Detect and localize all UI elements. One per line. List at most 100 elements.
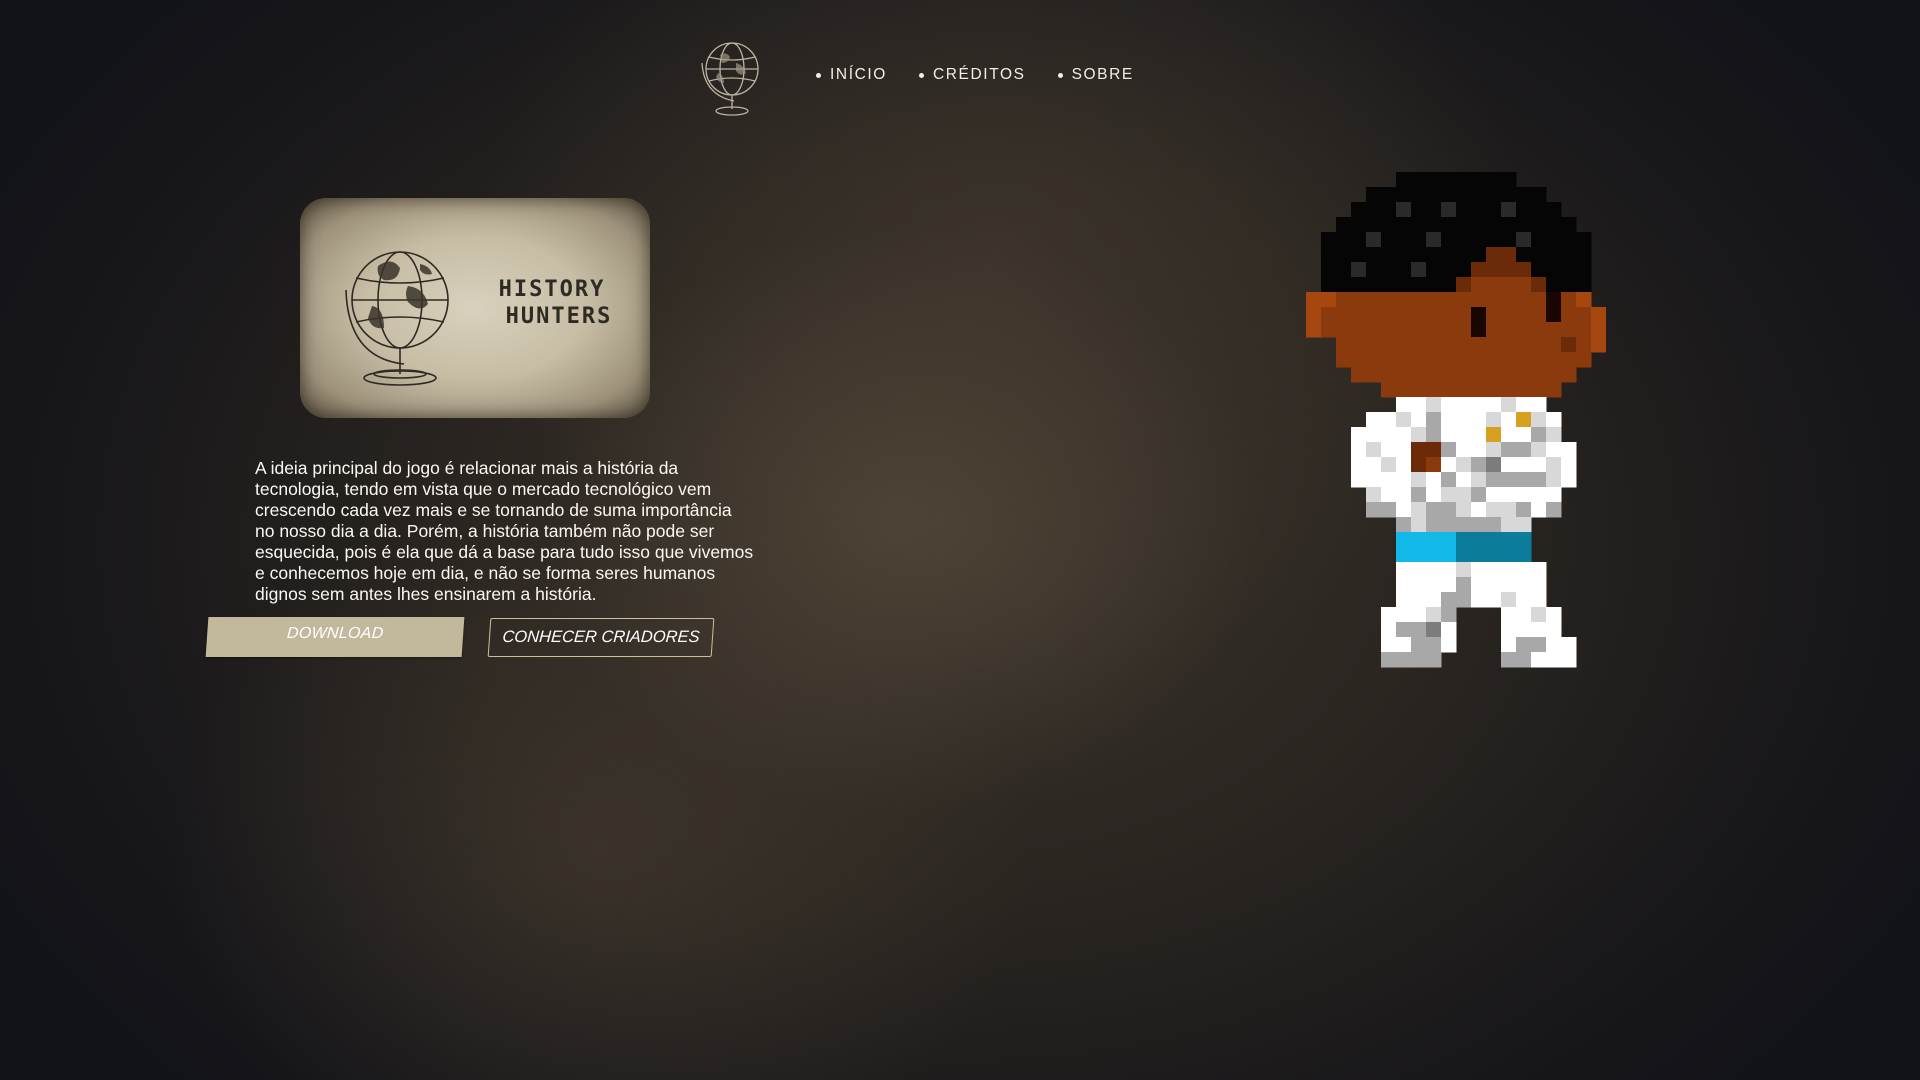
character-pixel — [1441, 442, 1457, 458]
character-pixel — [1531, 247, 1547, 263]
character-pixel — [1516, 487, 1532, 503]
character-pixel — [1531, 292, 1547, 308]
character-pixel — [1471, 337, 1487, 353]
character-pixel — [1516, 502, 1532, 518]
character-pixel — [1471, 352, 1487, 368]
character-pixel — [1546, 427, 1562, 443]
character-pixel — [1321, 247, 1337, 263]
character-pixel — [1456, 307, 1472, 323]
character-pixel — [1501, 622, 1517, 638]
character-pixel — [1501, 367, 1517, 383]
character-pixel — [1351, 472, 1367, 488]
character-pixel — [1366, 367, 1382, 383]
download-button-label: DOWNLOAD — [286, 625, 385, 642]
game-title-line2: HUNTERS — [505, 304, 613, 329]
character-pixel — [1456, 172, 1472, 188]
character-pixel — [1501, 217, 1517, 233]
character-pixel — [1396, 187, 1412, 203]
character-pixel — [1501, 562, 1517, 578]
globe-icon[interactable] — [690, 33, 774, 117]
character-pixel — [1441, 547, 1457, 563]
character-pixel — [1426, 262, 1442, 278]
character-pixel — [1441, 397, 1457, 413]
nav-item-sobre[interactable]: SOBRE — [1057, 66, 1134, 84]
character-pixel — [1411, 532, 1427, 548]
character-pixel — [1381, 337, 1397, 353]
character-pixel — [1396, 637, 1412, 653]
character-pixel — [1471, 487, 1487, 503]
character-pixel — [1381, 247, 1397, 263]
character-pixel — [1396, 202, 1412, 218]
character-pixel — [1426, 562, 1442, 578]
character-pixel — [1486, 517, 1502, 533]
character-pixel — [1441, 562, 1457, 578]
character-pixel — [1516, 202, 1532, 218]
character-pixel — [1426, 502, 1442, 518]
character-pixel — [1501, 187, 1517, 203]
character-pixel — [1456, 562, 1472, 578]
character-pixel — [1546, 202, 1562, 218]
character-pixel — [1351, 337, 1367, 353]
character-pixel — [1546, 307, 1562, 323]
character-pixel — [1441, 217, 1457, 233]
character-pixel — [1501, 442, 1517, 458]
character-pixel — [1441, 412, 1457, 428]
character-pixel — [1441, 292, 1457, 308]
character-pixel — [1396, 577, 1412, 593]
meet-creators-button[interactable]: CONHECER CRIADORES — [487, 618, 715, 657]
character-pixel — [1411, 382, 1427, 398]
character-pixel — [1576, 247, 1592, 263]
character-pixel — [1546, 502, 1562, 518]
nav-item-inicio[interactable]: INÍCIO — [816, 66, 887, 84]
character-pixel — [1441, 607, 1457, 623]
character-pixel — [1471, 217, 1487, 233]
character-pixel — [1366, 307, 1382, 323]
character-pixel — [1336, 262, 1352, 278]
download-button[interactable]: DOWNLOAD — [205, 617, 465, 657]
character-pixel — [1561, 457, 1577, 473]
character-pixel — [1591, 322, 1606, 338]
character-pixel — [1501, 322, 1517, 338]
character-pixel — [1456, 277, 1472, 293]
character-pixel — [1471, 277, 1487, 293]
character-pixel — [1516, 322, 1532, 338]
character-pixel — [1411, 562, 1427, 578]
character-pixel — [1501, 232, 1517, 248]
character-pixel — [1576, 352, 1592, 368]
character-pixel — [1546, 622, 1562, 638]
character-pixel — [1546, 457, 1562, 473]
character-pixel — [1456, 427, 1472, 443]
character-pixel — [1381, 637, 1397, 653]
character-pixel — [1501, 592, 1517, 608]
character-pixel — [1531, 652, 1547, 668]
character-pixel — [1396, 487, 1412, 503]
character-pixel — [1516, 412, 1532, 428]
character-pixel — [1381, 502, 1397, 518]
character-pixel — [1531, 277, 1547, 293]
character-pixel — [1306, 307, 1322, 323]
character-pixel — [1531, 382, 1547, 398]
character-pixel — [1381, 262, 1397, 278]
character-pixel — [1411, 472, 1427, 488]
character-pixel — [1321, 277, 1337, 293]
character-pixel — [1516, 517, 1532, 533]
character-pixel — [1396, 442, 1412, 458]
character-pixel — [1561, 352, 1577, 368]
character-pixel — [1321, 232, 1337, 248]
character-pixel — [1486, 547, 1502, 563]
character-pixel — [1456, 292, 1472, 308]
character-pixel — [1486, 292, 1502, 308]
character-pixel — [1516, 307, 1532, 323]
character-pixel — [1396, 322, 1412, 338]
character-pixel — [1486, 502, 1502, 518]
character-pixel — [1426, 487, 1442, 503]
character-pixel — [1336, 307, 1352, 323]
character-pixel — [1561, 337, 1577, 353]
character-pixel — [1351, 247, 1367, 263]
nav-item-creditos[interactable]: CRÉDITOS — [918, 66, 1026, 84]
character-pixel — [1501, 337, 1517, 353]
character-pixel — [1531, 502, 1547, 518]
character-pixel — [1531, 637, 1547, 653]
character-pixel — [1396, 382, 1412, 398]
character-pixel — [1426, 172, 1442, 188]
